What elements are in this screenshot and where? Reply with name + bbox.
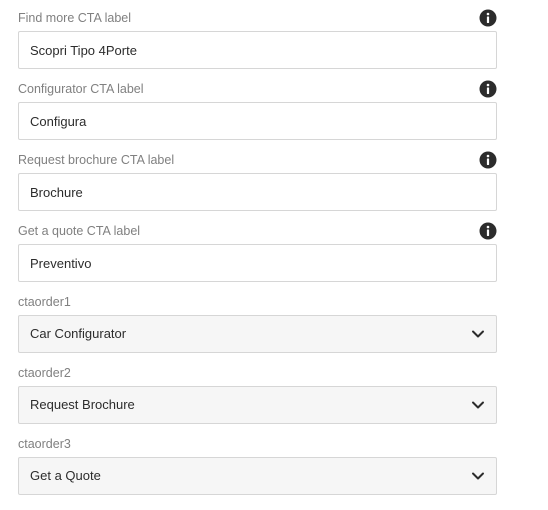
request-brochure-cta-label: Request brochure CTA label	[18, 153, 175, 167]
ctaorder2-select[interactable]: Request Brochure	[18, 386, 497, 424]
info-icon[interactable]	[479, 151, 497, 169]
get-quote-cta-input[interactable]	[18, 244, 497, 282]
info-icon[interactable]	[479, 222, 497, 240]
cta-settings-panel: Find more CTA label Configurator CTA lab…	[0, 0, 548, 510]
ctaorder1-select[interactable]: Car Configurator	[18, 315, 497, 353]
find-more-cta-label: Find more CTA label	[18, 11, 132, 25]
get-quote-cta-label: Get a quote CTA label	[18, 224, 141, 238]
configurator-cta-input[interactable]	[18, 102, 497, 140]
configurator-cta-label: Configurator CTA label	[18, 82, 144, 96]
ctaorder1-selected-value: Car Configurator	[30, 326, 127, 341]
find-more-cta-input[interactable]	[18, 31, 497, 69]
ctaorder3-selected-value: Get a Quote	[30, 468, 101, 483]
ctaorder2-label: ctaorder2	[18, 366, 71, 380]
request-brochure-cta-input[interactable]	[18, 173, 497, 211]
ctaorder3-select[interactable]: Get a Quote	[18, 457, 497, 495]
chevron-down-icon	[472, 472, 484, 480]
info-icon[interactable]	[479, 9, 497, 27]
ctaorder3-label: ctaorder3	[18, 437, 71, 451]
ctaorder2-selected-value: Request Brochure	[30, 397, 135, 412]
chevron-down-icon	[472, 330, 484, 338]
info-icon[interactable]	[479, 80, 497, 98]
chevron-down-icon	[472, 401, 484, 409]
ctaorder1-label: ctaorder1	[18, 295, 71, 309]
